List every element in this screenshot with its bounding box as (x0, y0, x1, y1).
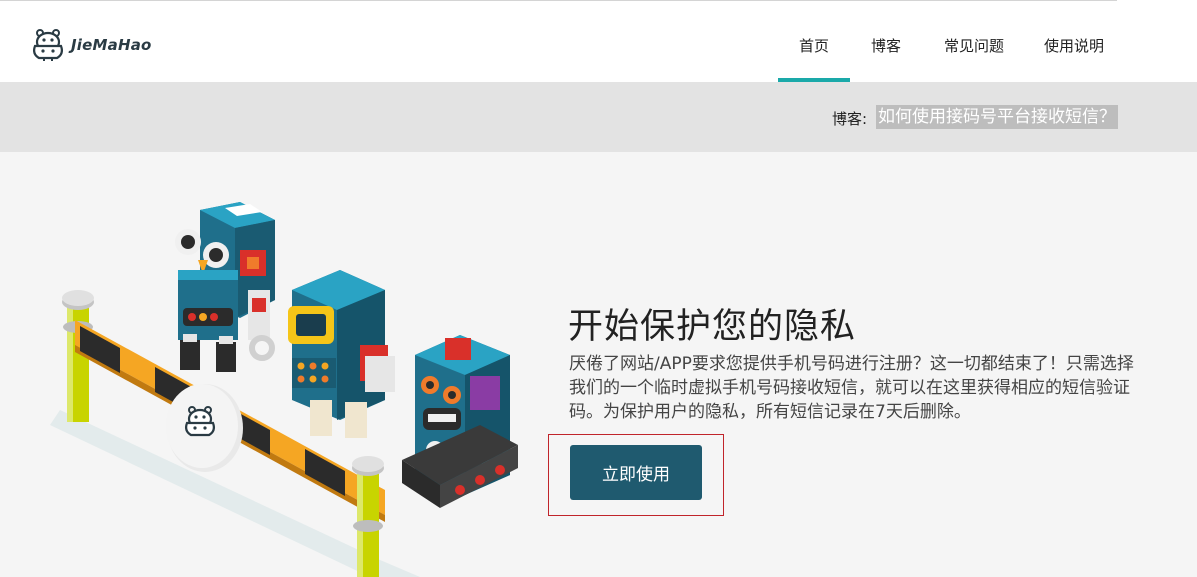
notice-blog-link[interactable]: 如何使用接码号平台接收短信？ (876, 105, 1118, 129)
brand-name: JieMaHao (71, 36, 152, 54)
top-edge (0, 0, 1197, 8)
hippo-logo-icon (33, 29, 63, 61)
nav-item-faq[interactable]: 常见问题 (922, 8, 1026, 82)
robot-screen (288, 270, 395, 438)
nav-item-label: 首页 (798, 36, 829, 55)
robot-owl (175, 202, 275, 372)
nav-item-label: 常见问题 (943, 36, 1004, 55)
nav-item-blog[interactable]: 博客 (850, 8, 922, 82)
robot-tracked (402, 335, 518, 508)
nav-item-home[interactable]: 首页 (778, 8, 850, 82)
start-using-button[interactable]: 立即使用 (570, 445, 702, 500)
nav-item-label: 使用说明 (1043, 36, 1104, 55)
main-nav: 首页 博客 常见问题 使用说明 (778, 8, 1122, 82)
blog-notice-bar: 博客: 如何使用接码号平台接收短信？ (0, 82, 1197, 152)
hero-description: 厌倦了网站/APP要求您提供手机号码进行注册？这一切都结束了！只需选择我们的一个… (569, 354, 1134, 422)
nav-item-guide[interactable]: 使用说明 (1026, 8, 1122, 82)
hero-illustration (50, 202, 518, 577)
notice-label: 博客: (832, 110, 868, 128)
hero-title: 开始保护您的隐私 (568, 307, 857, 347)
site-header: JieMaHao 首页 博客 常见问题 使用说明 (0, 8, 1197, 82)
nav-item-label: 博客 (870, 36, 901, 55)
brand-logo[interactable]: JieMaHao (30, 26, 152, 64)
barrier-badge (166, 384, 243, 472)
hippo-icon (185, 406, 215, 437)
